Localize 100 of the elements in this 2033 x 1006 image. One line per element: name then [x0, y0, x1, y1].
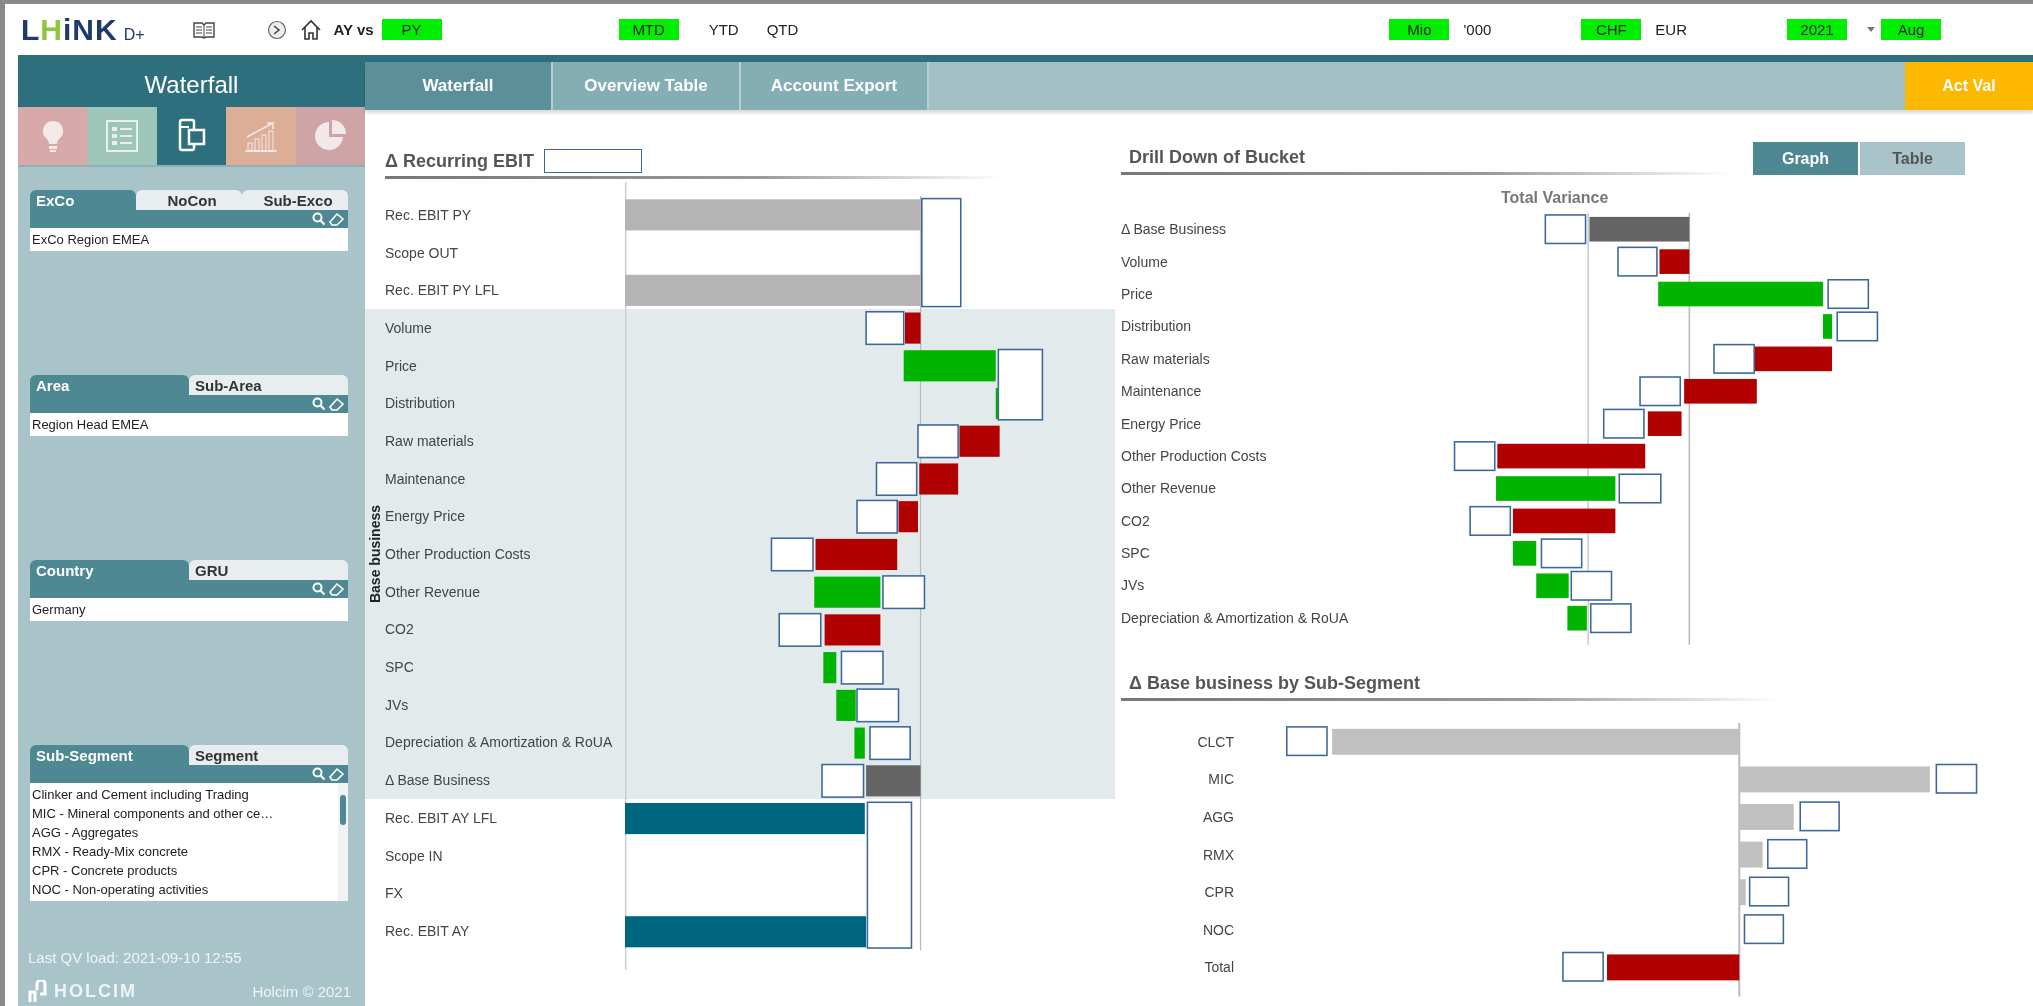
toggle-option[interactable]: CHF	[1581, 19, 1642, 40]
view-tile[interactable]	[226, 107, 296, 165]
toggle-option[interactable]: YTD	[700, 19, 747, 40]
filter-item[interactable]: CPR - Concrete products	[32, 861, 336, 880]
category-label: JVs	[1121, 577, 1145, 594]
eraser-icon[interactable]	[329, 397, 345, 411]
filter-tab[interactable]: ExCo	[30, 190, 136, 210]
category-label: CO2	[385, 621, 414, 638]
filter-item[interactable]: ExCo Region EMEA	[32, 230, 346, 249]
filter-tab[interactable]: Area	[30, 375, 189, 395]
toggle-option[interactable]: Aug	[1881, 19, 1941, 40]
filter-item[interactable]: NOC - Non-operating activities	[32, 880, 336, 899]
blank-label-box	[778, 612, 822, 647]
search-icon[interactable]	[312, 397, 326, 411]
search-icon[interactable]	[312, 767, 326, 781]
blank-label-box	[1618, 473, 1662, 504]
eraser-icon[interactable]	[329, 212, 345, 226]
filter-tab[interactable]: Sub-Exco	[242, 190, 348, 210]
view-toggle[interactable]: Table	[1860, 142, 1965, 175]
filter-tab[interactable]: Segment	[189, 745, 348, 765]
blank-label-box	[770, 537, 814, 572]
blank-label-box	[1767, 839, 1808, 870]
sidebar-title: Waterfall	[18, 62, 365, 107]
filter-tab[interactable]: Country	[30, 560, 189, 580]
category-label: Scope IN	[385, 847, 443, 864]
view-tile[interactable]	[295, 107, 366, 165]
tab[interactable]: Waterfall	[365, 62, 553, 110]
category-label: Rec. EBIT PY LFL	[385, 282, 499, 299]
toggle-option[interactable]: MTD	[618, 19, 679, 40]
category-label: FX	[385, 885, 403, 902]
search-icon[interactable]	[312, 582, 326, 596]
view-toggle[interactable]: Graph	[1753, 142, 1858, 175]
blank-label-box	[1602, 408, 1645, 439]
category-label: Other Production Costs	[385, 546, 531, 563]
view-tile[interactable]	[18, 107, 88, 165]
blank-label-box	[1836, 311, 1879, 342]
blank-label-box	[821, 763, 865, 798]
chart-title: Drill Down of Bucket	[1129, 146, 1305, 168]
category-label: Distribution	[1121, 318, 1192, 335]
filter-item[interactable]: Germany	[32, 600, 346, 619]
blank-label-box	[1748, 876, 1790, 907]
dropdown-caret-icon[interactable]	[1867, 27, 1875, 32]
blank-label-box	[865, 311, 905, 346]
filter-item[interactable]: MIC - Mineral components and other ce…	[32, 804, 336, 823]
category-label: Total	[1204, 959, 1234, 976]
toggle-option[interactable]: Mio	[1389, 19, 1450, 40]
toggle-option[interactable]: PY	[381, 19, 442, 40]
view-tile[interactable]	[156, 107, 227, 165]
category-label: Scope OUT	[385, 244, 459, 261]
blank-label-box	[1639, 376, 1682, 407]
view-tile[interactable]	[87, 107, 157, 165]
category-label: Other Revenue	[1121, 480, 1216, 497]
pie-chart-icon	[313, 119, 348, 153]
blank-label-box	[1544, 214, 1587, 245]
chart-title: Δ Recurring EBIT	[385, 150, 534, 172]
category-label: MIC	[1208, 771, 1234, 788]
category-label: Maintenance	[1121, 383, 1202, 400]
scrollbar[interactable]	[338, 783, 348, 901]
copyright-text: Holcim © 2021	[252, 982, 351, 1000]
filter-item[interactable]: Region Head EMEA	[32, 415, 346, 434]
toggle-option[interactable]: '000	[1455, 19, 1500, 40]
category-label: CO2	[1121, 512, 1150, 529]
blank-label-box	[1799, 801, 1840, 832]
category-label: Other Production Costs	[1121, 447, 1267, 464]
home-icon[interactable]	[299, 18, 322, 41]
category-label: Energy Price	[1121, 415, 1202, 432]
filter-item[interactable]: Clinker and Cement including Trading	[32, 785, 336, 804]
last-load-text: Last QV load: 2021-09-10 12:55	[28, 949, 243, 966]
blank-label-box	[875, 461, 918, 497]
filter-listbox[interactable]: Clinker and Cement including Trading MIC - Mineral components and other ce… AGG - Aggregates RMX - Ready-Mix concrete CPR - Concrete products NOC - Non-operating activities	[30, 783, 348, 901]
blank-label-box	[1935, 763, 1978, 794]
blank-label-box	[1827, 279, 1870, 310]
search-icon[interactable]	[312, 212, 326, 226]
toggle-option[interactable]: EUR	[1647, 19, 1695, 40]
filter-item[interactable]: AGG - Aggregates	[32, 823, 336, 842]
blank-label-box	[840, 650, 884, 685]
category-label: Volume	[385, 319, 432, 336]
filter-tab[interactable]: Sub-Segment	[30, 745, 189, 765]
category-label: Volume	[1121, 253, 1168, 270]
filter-tab[interactable]: NoCon	[136, 190, 242, 210]
brand-mark-icon	[28, 980, 48, 1002]
blank-label-box	[882, 575, 926, 610]
book-icon[interactable]	[192, 20, 215, 39]
eraser-icon[interactable]	[329, 582, 345, 596]
blank-label-box	[1589, 603, 1632, 634]
category-label: SPC	[385, 659, 414, 676]
toggle-option[interactable]: 2021	[1787, 19, 1847, 40]
documents-icon	[176, 118, 207, 154]
filter-item[interactable]: RMX - Ready-Mix concrete	[32, 842, 336, 861]
brand-logo: HOLCIM	[54, 980, 137, 1002]
toggle-option[interactable]: QTD	[758, 19, 807, 40]
eraser-icon[interactable]	[329, 767, 345, 781]
category-label: Other Revenue	[385, 583, 480, 600]
blank-label-box	[1286, 726, 1328, 757]
filter-tab[interactable]: Sub-Area	[189, 375, 348, 395]
category-label: Δ Base Business	[1121, 221, 1227, 238]
filter-tab[interactable]: GRU	[189, 560, 348, 580]
blank-label-box	[1453, 441, 1496, 472]
category-label: Distribution	[385, 395, 456, 412]
category-label: AGG	[1202, 809, 1234, 826]
